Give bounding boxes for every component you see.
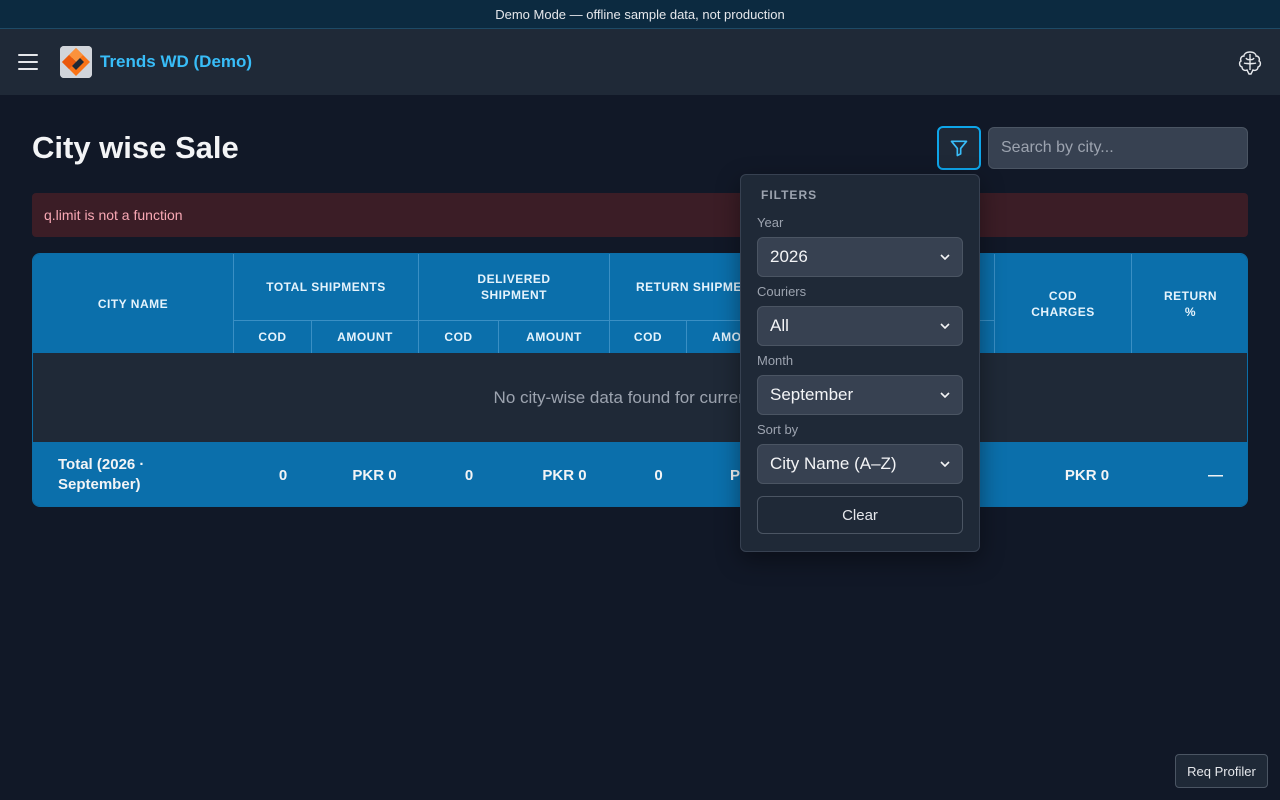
chevron-down-icon bbox=[940, 461, 950, 467]
error-alert: q.limit is not a function bbox=[32, 193, 1248, 237]
col-total-shipments[interactable]: TOTAL SHIPMENTS bbox=[234, 254, 419, 320]
table-header: CITY NAME TOTAL SHIPMENTS DELIVERED SHIP… bbox=[33, 254, 1247, 353]
filters-heading: FILTERS bbox=[761, 188, 818, 202]
cod-charges-value: PKR 0 bbox=[1064, 466, 1110, 484]
subcol-delivered-amount[interactable]: AMOUNT bbox=[499, 320, 610, 353]
chevron-down-icon bbox=[940, 392, 950, 398]
sort-value: City Name (A–Z) bbox=[770, 454, 897, 473]
error-message: q.limit is not a function bbox=[44, 207, 183, 223]
demo-mode-text: Demo Mode — offline sample data, not pro… bbox=[495, 6, 785, 22]
col-city-name[interactable]: CITY NAME bbox=[33, 254, 234, 353]
return-pct-value: — bbox=[1208, 466, 1223, 484]
chevron-down-icon bbox=[940, 254, 950, 260]
month-label: Month bbox=[757, 353, 794, 368]
brain-icon[interactable] bbox=[1238, 50, 1262, 76]
demo-mode-banner: Demo Mode — offline sample data, not pro… bbox=[0, 0, 1280, 29]
subcol-return-cod[interactable]: COD bbox=[610, 320, 687, 353]
subcol-total-amount[interactable]: AMOUNT bbox=[312, 320, 419, 353]
search-input[interactable] bbox=[988, 127, 1248, 169]
couriers-value: All bbox=[770, 316, 789, 335]
page-title: City wise Sale bbox=[32, 130, 239, 165]
req-profiler-button[interactable]: Req Profiler bbox=[1175, 754, 1268, 788]
year-value: 2026 bbox=[770, 247, 808, 266]
empty-state-row: No city-wise data found for current bbox=[33, 353, 1247, 442]
col-delivered-shipment[interactable]: DELIVERED SHIPMENT bbox=[419, 254, 610, 320]
clear-filters-button[interactable]: Clear bbox=[757, 496, 963, 534]
year-select[interactable]: 2026 bbox=[757, 237, 963, 277]
chevron-down-icon bbox=[940, 323, 950, 329]
logo-icon[interactable] bbox=[60, 46, 92, 78]
sort-select[interactable]: City Name (A–Z) bbox=[757, 444, 963, 484]
year-label: Year bbox=[757, 215, 784, 230]
total-row: Total (2026 · September) 0 PKR 0 0 PKR 0… bbox=[33, 442, 1247, 506]
return-cod-value: 0 bbox=[654, 466, 663, 484]
total-label: Total (2026 · September) bbox=[58, 456, 145, 493]
top-navigation-bar: Trends WD (Demo) bbox=[0, 29, 1280, 95]
filter-button[interactable] bbox=[937, 126, 981, 170]
menu-icon[interactable] bbox=[18, 54, 38, 70]
filter-icon bbox=[950, 140, 968, 157]
subcol-total-cod[interactable]: COD bbox=[234, 320, 312, 353]
subcol-delivered-cod[interactable]: COD bbox=[419, 320, 499, 353]
sort-label: Sort by bbox=[757, 422, 799, 437]
empty-state-message: No city-wise data found for current bbox=[493, 387, 753, 407]
city-sales-table: CITY NAME TOTAL SHIPMENTS DELIVERED SHIP… bbox=[32, 253, 1248, 507]
brand-name[interactable]: Trends WD (Demo) bbox=[100, 52, 252, 72]
col-return-pct[interactable]: RETURN % bbox=[1132, 254, 1247, 353]
couriers-select[interactable]: All bbox=[757, 306, 963, 346]
filters-popover: FILTERS Year 2026 Couriers All Month Sep… bbox=[740, 174, 980, 552]
col-cod-charges[interactable]: COD CHARGES bbox=[995, 254, 1132, 353]
month-value: September bbox=[770, 385, 854, 404]
couriers-label: Couriers bbox=[757, 284, 807, 299]
month-select[interactable]: September bbox=[757, 375, 963, 415]
